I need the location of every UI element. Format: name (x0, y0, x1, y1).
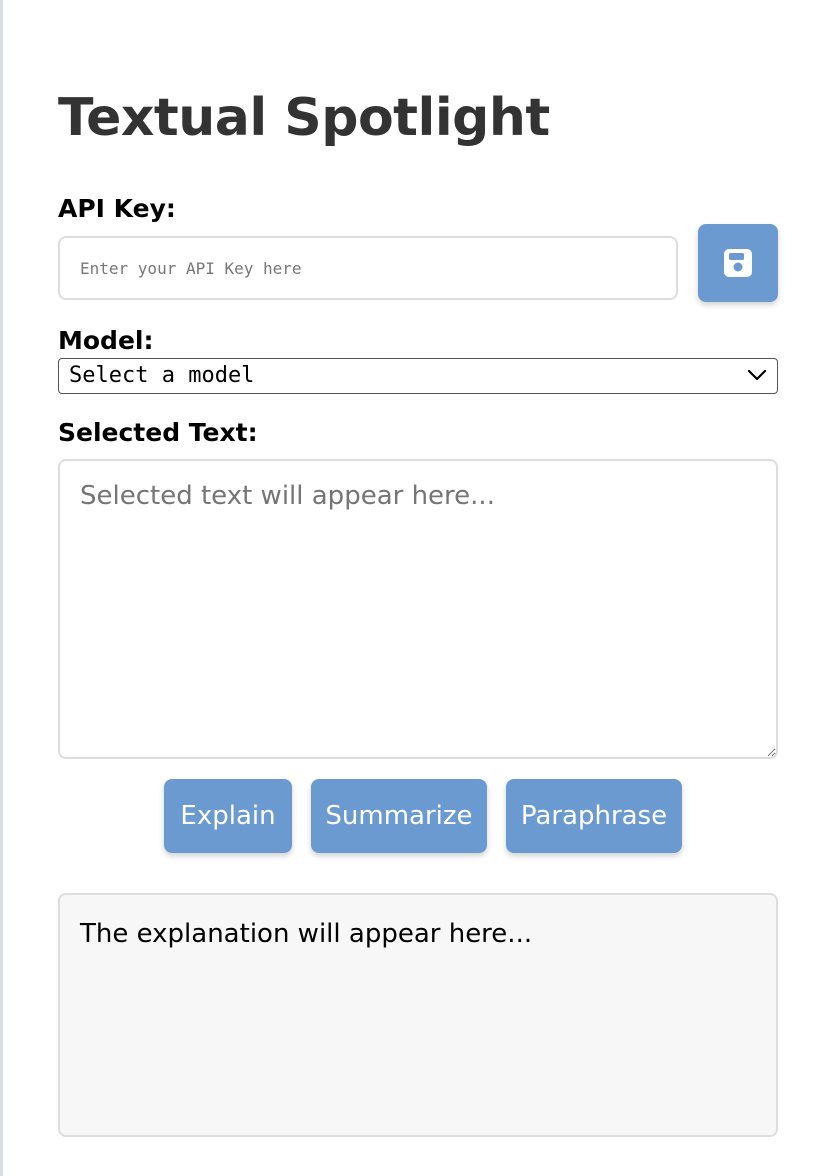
api-key-label: API Key: (58, 194, 176, 223)
output-panel: The explanation will appear here... (58, 893, 778, 1137)
selected-text-area[interactable] (58, 459, 778, 759)
explain-button[interactable]: Explain (164, 779, 292, 853)
paraphrase-button[interactable]: Paraphrase (506, 779, 682, 853)
summarize-button[interactable]: Summarize (311, 779, 487, 853)
model-select-value: Select a model (69, 363, 255, 388)
page-title: Textual Spotlight (58, 88, 550, 148)
model-select[interactable]: Select a model (58, 358, 778, 394)
save-api-key-button[interactable] (698, 224, 778, 302)
model-label: Model: (58, 326, 154, 355)
chevron-down-icon (747, 369, 767, 381)
floppy-disk-icon (724, 249, 752, 277)
api-key-input[interactable] (58, 236, 678, 300)
window-edge (0, 0, 3, 1176)
output-text: The explanation will appear here... (80, 919, 533, 949)
selected-text-label: Selected Text: (58, 418, 258, 447)
